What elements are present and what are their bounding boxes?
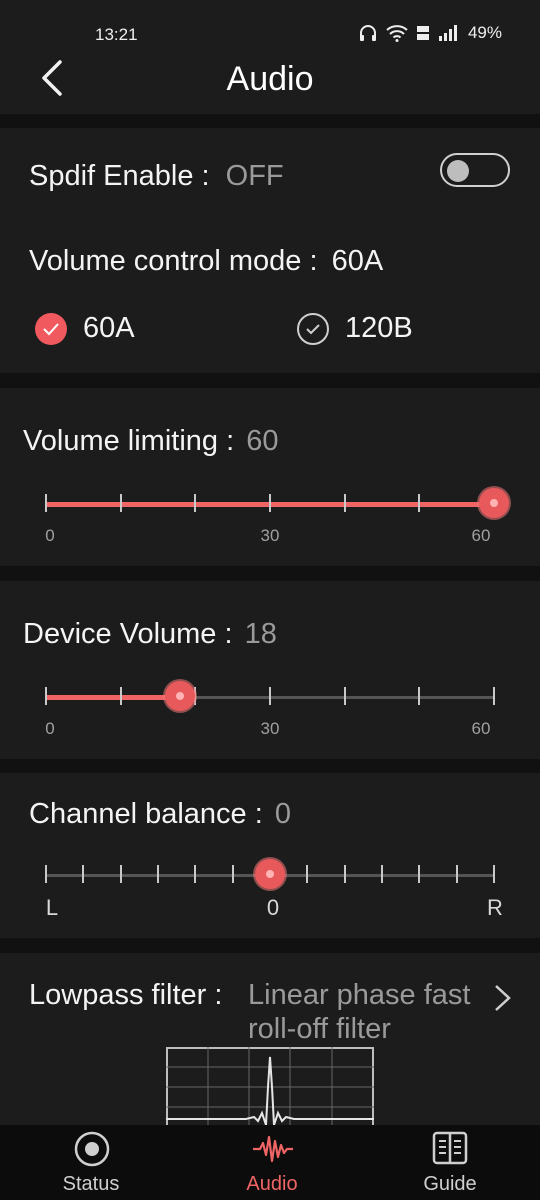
waveform-icon bbox=[253, 1135, 293, 1163]
volume-mode-label: Volume control mode : bbox=[29, 245, 318, 277]
volume-limiting-card: Volume limiting : 60 0 30 60 bbox=[0, 388, 540, 566]
channel-balance-card: Channel balance : 0 L 0 R bbox=[0, 773, 540, 938]
slider-tick bbox=[493, 865, 495, 883]
slider-tick bbox=[119, 687, 122, 705]
balance-right-label: R bbox=[487, 895, 503, 920]
slider-fill bbox=[45, 695, 180, 700]
channel-balance-row: Channel balance : 0 bbox=[29, 798, 291, 831]
toggle-knob bbox=[447, 160, 469, 182]
slider-tick bbox=[45, 687, 47, 705]
slider-thumb[interactable] bbox=[479, 488, 509, 518]
radio-label-120b: 120B bbox=[345, 312, 413, 344]
status-bar: 13:21 49% bbox=[0, 0, 540, 60]
slider-thumb[interactable] bbox=[255, 859, 285, 889]
slider-max-label: 60 bbox=[471, 526, 491, 545]
spdif-row: Spdif Enable : OFF bbox=[29, 160, 284, 193]
output-settings-card: Spdif Enable : OFF Volume control mode :… bbox=[0, 128, 540, 373]
tab-guide-label: Guide bbox=[423, 1173, 477, 1195]
lowpass-filter-card[interactable]: Lowpass filter : Linear phase fast roll-… bbox=[0, 953, 540, 1125]
tab-audio-label: Audio bbox=[246, 1173, 298, 1195]
device-volume-row: Device Volume : 18 bbox=[23, 618, 277, 651]
device-volume-value: 18 bbox=[244, 618, 277, 650]
headphones-icon bbox=[359, 25, 376, 41]
slider-tick bbox=[381, 865, 383, 883]
volume-limiting-slider[interactable]: 0 30 60 bbox=[45, 486, 509, 546]
channel-balance-label: Channel balance : bbox=[29, 798, 263, 830]
balance-center-label: 0 bbox=[266, 895, 280, 920]
volume-mode-row: Volume control mode : 60A bbox=[29, 245, 383, 278]
slider-tick bbox=[455, 865, 458, 883]
slider-mid-label: 30 bbox=[260, 526, 280, 545]
page-title: Audio bbox=[226, 60, 314, 98]
radio-option-120b[interactable]: 120B bbox=[297, 312, 413, 345]
slider-tick bbox=[269, 494, 271, 512]
slider-tick bbox=[45, 494, 47, 512]
slider-tick bbox=[194, 494, 197, 512]
slider-tick bbox=[231, 865, 234, 883]
slider-tick bbox=[45, 865, 47, 883]
radio-option-60a[interactable]: 60A bbox=[35, 312, 135, 345]
slider-tick bbox=[119, 494, 122, 512]
volume-limiting-value: 60 bbox=[246, 425, 279, 457]
spdif-value: OFF bbox=[225, 160, 284, 192]
radio-label-60a: 60A bbox=[83, 312, 135, 344]
status-icons: 49% bbox=[358, 23, 502, 43]
slider-mid-label: 30 bbox=[260, 719, 280, 738]
slider-tick bbox=[157, 865, 159, 883]
device-volume-label: Device Volume : bbox=[23, 618, 233, 650]
radio-unchecked-icon bbox=[297, 312, 329, 345]
slider-tick bbox=[82, 865, 85, 883]
device-volume-card: Device Volume : 18 0 30 60 bbox=[0, 581, 540, 759]
wifi-icon bbox=[386, 25, 408, 42]
channel-balance-slider[interactable]: L 0 R bbox=[45, 857, 503, 920]
status-icon bbox=[74, 1131, 110, 1167]
slider-tick bbox=[306, 865, 309, 883]
lowpass-label: Lowpass filter : bbox=[29, 979, 223, 1011]
spdif-toggle[interactable] bbox=[440, 153, 510, 187]
slider-thumb[interactable] bbox=[165, 681, 196, 711]
balance-left-label: L bbox=[45, 895, 59, 920]
slider-tick bbox=[343, 494, 346, 512]
slider-min-label: 0 bbox=[45, 719, 55, 738]
slider-tick bbox=[119, 865, 122, 883]
volume-limiting-label: Volume limiting : bbox=[23, 425, 235, 457]
channel-balance-value: 0 bbox=[274, 798, 291, 830]
spdif-label: Spdif Enable : bbox=[29, 160, 210, 192]
volume-limiting-row: Volume limiting : 60 bbox=[23, 425, 278, 458]
battery-level: 49% bbox=[467, 23, 502, 42]
header: Audio bbox=[0, 60, 540, 114]
volte-icon bbox=[416, 26, 429, 40]
lowpass-value-line2: roll-off filter bbox=[248, 1013, 391, 1045]
slider-tick bbox=[418, 865, 421, 883]
signal-icon bbox=[438, 25, 457, 41]
slider-max-label: 60 bbox=[471, 719, 491, 738]
lowpass-value-line1: Linear phase fast bbox=[248, 979, 471, 1011]
slider-tick bbox=[269, 687, 271, 705]
slider-tick bbox=[343, 865, 346, 883]
slider-min-label: 0 bbox=[45, 526, 55, 545]
tab-status-label: Status bbox=[62, 1173, 120, 1195]
radio-checked-icon bbox=[35, 312, 67, 345]
slider-tick bbox=[418, 494, 421, 512]
volume-mode-value: 60A bbox=[331, 245, 384, 277]
book-icon bbox=[432, 1131, 468, 1165]
filter-response-graph bbox=[166, 1047, 374, 1125]
slider-tick bbox=[343, 687, 346, 705]
chevron-right-icon bbox=[495, 985, 511, 1011]
slider-tick bbox=[194, 865, 197, 883]
device-volume-slider[interactable]: 0 30 60 bbox=[45, 679, 495, 739]
bottom-tab-bar: Status Audio Guide bbox=[0, 1125, 540, 1200]
status-time: 13:21 bbox=[95, 25, 138, 44]
slider-tick bbox=[418, 687, 421, 705]
slider-tick bbox=[493, 687, 495, 705]
